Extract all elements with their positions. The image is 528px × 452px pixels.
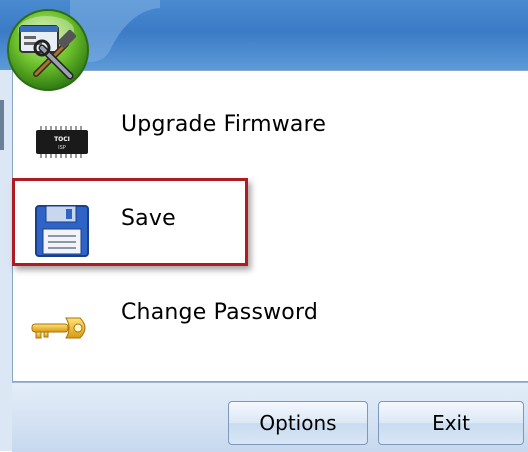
options-button[interactable]: Options [228, 401, 368, 445]
tools-orb-icon [7, 9, 89, 91]
application-menu-orb[interactable] [6, 8, 90, 92]
exit-button[interactable]: Exit [378, 401, 524, 445]
menu-footer: Options Exit [12, 382, 528, 452]
menu-item-label: Change Password [121, 300, 318, 325]
key-icon [31, 317, 86, 339]
save-highlight-box [12, 178, 248, 266]
chip-icon: TOCI ISP [36, 126, 88, 158]
chip-label-top: TOCI [54, 136, 70, 143]
menu-item-label: Upgrade Firmware [121, 112, 327, 137]
chip-label-bottom: ISP [58, 145, 66, 151]
menu-item-upgrade-firmware[interactable]: TOCI ISP Upgrade Firmware [14, 96, 514, 178]
menu-item-change-password[interactable]: Change Password [14, 278, 514, 360]
left-strip [0, 70, 12, 451]
